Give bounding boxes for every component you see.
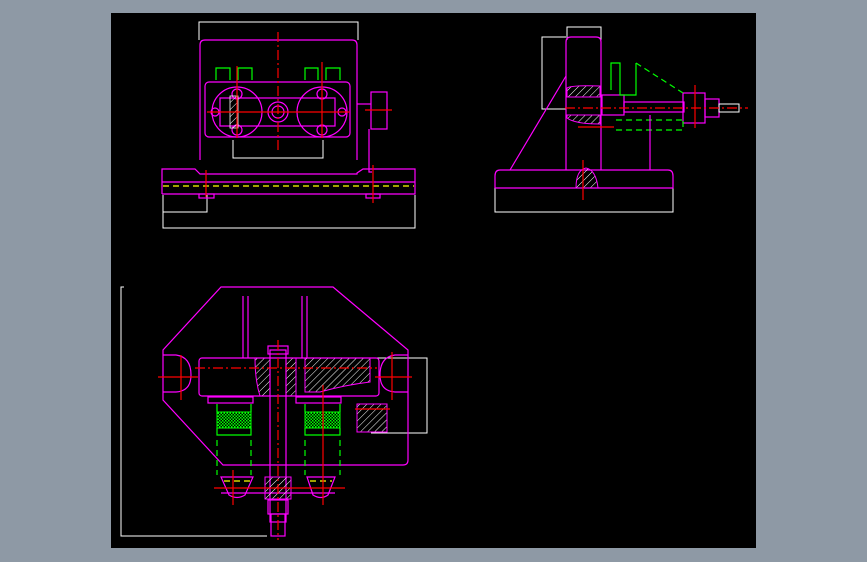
side-view <box>494 26 748 213</box>
cad-drawing-canvas[interactable] <box>111 13 756 548</box>
top-view <box>120 286 428 540</box>
front-view <box>161 21 416 229</box>
cad-drawing <box>120 21 748 540</box>
